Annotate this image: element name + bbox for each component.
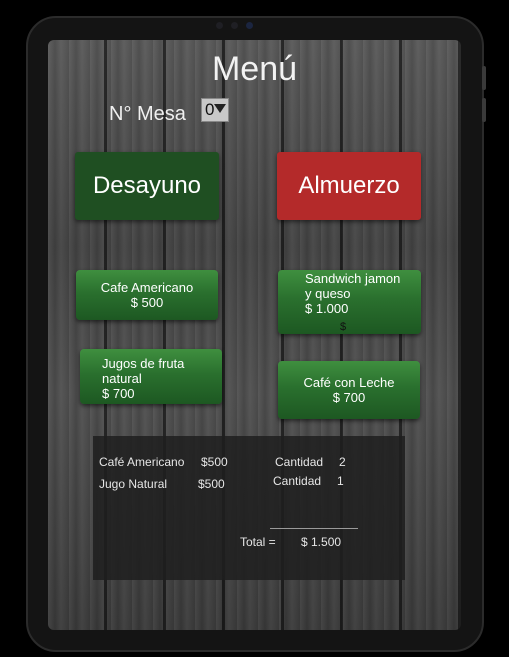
summary-qty-label: Cantidad bbox=[273, 474, 322, 488]
summary-qty: 1 bbox=[337, 474, 344, 488]
item-price: $ 700 bbox=[102, 386, 135, 401]
mesa-dropdown[interactable]: 0 bbox=[201, 98, 229, 122]
item-name-line2: natural bbox=[102, 371, 142, 386]
item-price: $ 700 bbox=[332, 390, 366, 405]
almuerzo-button[interactable]: Almuerzo bbox=[277, 152, 421, 220]
summary-price: $500 bbox=[198, 477, 225, 491]
item-name-line2: y queso bbox=[305, 286, 351, 301]
item-price: $ 500 bbox=[130, 295, 164, 310]
summary-price: $500 bbox=[201, 455, 228, 469]
page-title: Menú bbox=[211, 50, 298, 88]
summary-item: Jugo Natural bbox=[99, 477, 168, 491]
sensor-dot bbox=[216, 22, 223, 29]
camera-lens-icon bbox=[246, 22, 253, 29]
item-name: Café con Leche bbox=[303, 375, 395, 390]
total-value: $ 1.500 bbox=[301, 535, 342, 549]
total-label: Total = bbox=[240, 535, 276, 549]
almuerzo-label: Almuerzo bbox=[298, 172, 400, 199]
jugos-button[interactable]: Jugos de fruta natural $ 700 bbox=[80, 349, 222, 404]
item-name-line1: Jugos de fruta bbox=[102, 356, 185, 371]
summary-qty: 2 bbox=[339, 455, 346, 469]
item-name: Cafe Americano bbox=[100, 280, 194, 295]
stray-text: $ bbox=[340, 321, 347, 333]
total-divider bbox=[270, 528, 358, 529]
cafe-con-leche-button[interactable]: Café con Leche $ 700 bbox=[278, 361, 420, 419]
chevron-down-icon bbox=[214, 104, 226, 113]
summary-item: Café Americano bbox=[99, 455, 185, 469]
desayuno-button[interactable]: Desayuno bbox=[75, 152, 219, 220]
desayuno-label: Desayuno bbox=[92, 172, 202, 199]
item-name-line1: Sandwich jamon bbox=[305, 271, 401, 286]
mesa-label: N° Mesa bbox=[109, 103, 186, 125]
cafe-americano-button[interactable]: Cafe Americano $ 500 bbox=[76, 270, 218, 320]
order-summary: Café Americano $500 Cantidad 2 Jugo Natu… bbox=[93, 436, 405, 580]
summary-qty-label: Cantidad bbox=[275, 455, 324, 469]
sandwich-button[interactable]: Sandwich jamon y queso $ 1.000 $ bbox=[278, 270, 421, 334]
camera-bar bbox=[216, 22, 253, 29]
power-button bbox=[482, 98, 486, 122]
app-screen: Menú N° Mesa 0 Desayuno Almuerzo Cafe Am… bbox=[48, 40, 461, 630]
volume-button bbox=[482, 66, 486, 90]
sensor-dot bbox=[231, 22, 238, 29]
item-price: $ 1.000 bbox=[305, 301, 349, 316]
